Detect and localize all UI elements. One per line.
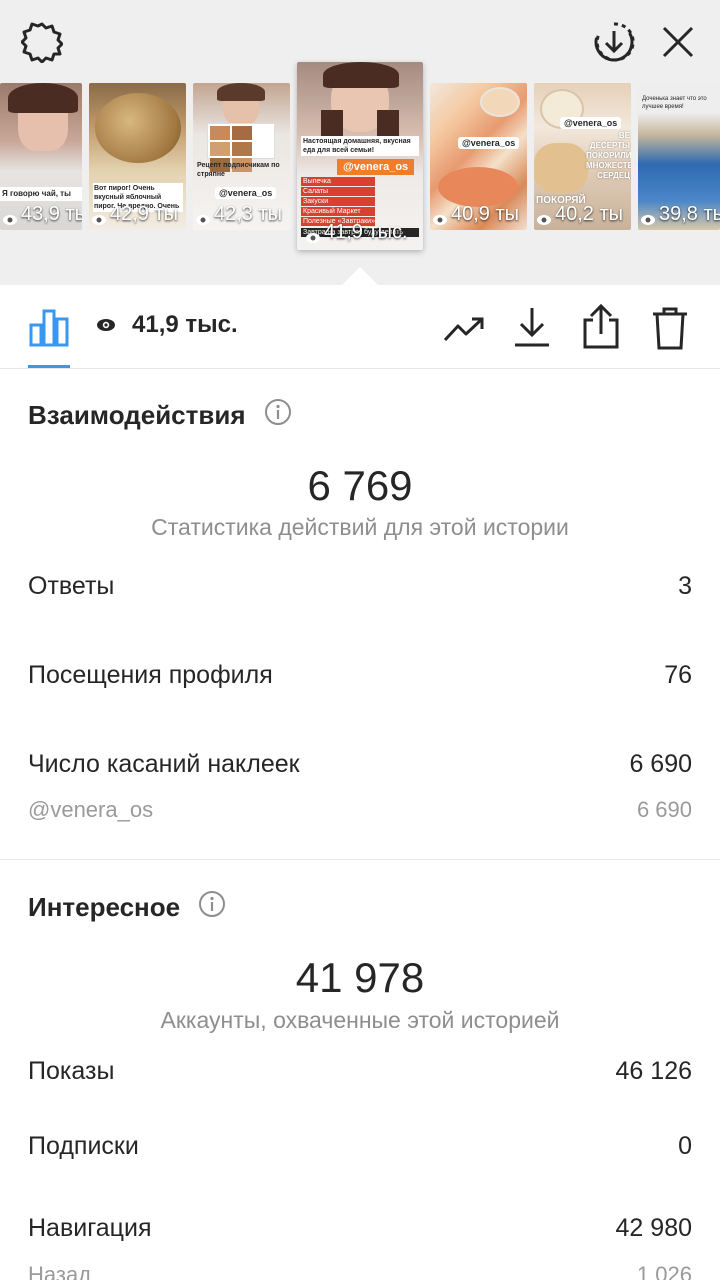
story-caption: Я говорю чай, ты кофе! xyxy=(0,187,82,201)
active-tab-indicator xyxy=(28,365,70,368)
close-icon[interactable] xyxy=(656,20,700,64)
discovery-total: 41 978 xyxy=(295,954,425,1001)
discovery-total-label: Аккаунты, охваченные этой историей xyxy=(160,1007,560,1033)
story-views: 40,2 ты xyxy=(536,203,623,226)
info-icon[interactable] xyxy=(198,890,226,925)
stat-label: Ответы xyxy=(28,572,115,600)
stat-row-sticker-taps: Число касаний наклеек 6 690 xyxy=(28,750,692,779)
stat-label: Назад xyxy=(28,1262,92,1280)
story-views: 40,9 ты xyxy=(432,203,519,226)
stat-row-navigation: Навигация 42 980 xyxy=(28,1214,692,1243)
bar-chart-icon[interactable] xyxy=(28,305,70,349)
stat-row-replies: Ответы 3 xyxy=(28,572,692,601)
story-list: Выпечка Салаты Закуски Красивый Маркет П… xyxy=(301,177,375,227)
discovery-title: Интересное xyxy=(28,890,226,925)
stories-header: Я говорю чай, ты кофе! 43,9 ты Вот пирог… xyxy=(0,0,720,285)
story-list-item: Закуски xyxy=(301,197,375,206)
stat-label: Показы xyxy=(28,1057,115,1085)
story-caption: Настоящая домашняя, вкусная еда для всей… xyxy=(301,136,419,156)
eye-icon xyxy=(91,209,107,225)
stat-row-impressions: Показы 46 126 xyxy=(28,1057,692,1086)
story-views: 41,9 тыс. xyxy=(305,221,408,244)
story-caption: Рецепт подписчикам по стряпне xyxy=(197,162,280,178)
eye-icon xyxy=(305,227,321,243)
story-thumbnail[interactable]: @venera_os 40,9 ты xyxy=(430,83,527,230)
story-caption: Доченька знает что это лучшее время! xyxy=(642,96,707,110)
stat-row-follows: Подписки 0 xyxy=(28,1132,692,1161)
eye-icon xyxy=(536,209,552,225)
story-thumbnails: Я говорю чай, ты кофе! 43,9 ты Вот пирог… xyxy=(0,62,720,253)
stat-value: 1 026 xyxy=(636,1262,692,1280)
interactions-title: Взаимодействия xyxy=(28,398,292,433)
stat-value: 0 xyxy=(678,1132,692,1160)
stat-subrow-back: Назад 1 026 xyxy=(28,1262,692,1280)
story-thumbnail[interactable]: Я говорю чай, ты кофе! 43,9 ты xyxy=(0,83,82,230)
story-thumbnail[interactable]: @venera_os ВЕ ДЕСЕРТЫ ПОКОРИЛИ МНОЖЕСТВО… xyxy=(534,83,631,230)
trash-icon[interactable] xyxy=(650,305,690,351)
trending-up-icon[interactable] xyxy=(442,307,486,351)
story-caption: ВЕ ДЕСЕРТЫ ПОКОРИЛИ МНОЖЕСТВО СЕРДЕЦ xyxy=(586,131,631,180)
stat-label: Навигация xyxy=(28,1214,152,1242)
section-title-text: Взаимодействия xyxy=(28,400,246,430)
views-count: 41,9 тыс. xyxy=(96,311,238,339)
views-value: 41,9 тыс. xyxy=(132,311,238,338)
download-icon[interactable] xyxy=(512,305,552,349)
stat-label: @venera_os xyxy=(28,797,154,822)
download-circle-icon[interactable] xyxy=(592,20,636,64)
stat-value: 6 690 xyxy=(629,750,692,778)
stat-value: 76 xyxy=(664,661,692,689)
stat-label: Посещения профиля xyxy=(28,661,273,689)
stat-value: 6 690 xyxy=(636,797,692,822)
eye-icon xyxy=(2,209,18,225)
story-mention: @venera_os xyxy=(458,137,520,149)
stat-row-profile-visits: Посещения профиля 76 xyxy=(28,661,692,690)
story-thumbnail[interactable]: Вот пирог! Очень вкусный яблочный пирог.… xyxy=(89,83,186,230)
gear-icon[interactable] xyxy=(20,20,64,64)
eye-icon xyxy=(432,209,448,225)
story-mention: @venera_os xyxy=(560,117,622,129)
selected-story-pointer xyxy=(342,267,378,285)
interactions-total: 6 769 xyxy=(307,462,413,509)
story-mention: @venera_os xyxy=(337,159,415,175)
section-title-text: Интересное xyxy=(28,892,181,922)
share-icon[interactable] xyxy=(580,303,622,351)
story-list-item: Красивый Маркет xyxy=(301,207,375,216)
story-views: 39,8 ты xyxy=(640,203,720,226)
section-divider xyxy=(0,859,720,860)
story-list-item: Салаты xyxy=(301,187,375,196)
story-views: 42,3 ты xyxy=(195,203,282,226)
eye-icon xyxy=(96,311,116,339)
stat-subrow-mention: @venera_os 6 690 xyxy=(28,797,692,823)
insights-toolbar: 41,9 тыс. xyxy=(0,285,720,369)
stat-value: 3 xyxy=(678,572,692,600)
story-list-item: Выпечка xyxy=(301,177,375,186)
eye-icon xyxy=(640,209,656,225)
story-thumbnail[interactable]: Рецепт подписчикам по стряпне @venera_os… xyxy=(193,83,290,230)
stat-label: Число касаний наклеек xyxy=(28,750,300,778)
story-mention: @venera_os xyxy=(215,187,277,199)
info-icon[interactable] xyxy=(264,398,292,433)
stat-value: 46 126 xyxy=(615,1057,692,1085)
story-thumbnail-selected[interactable]: Настоящая домашняя, вкусная еда для всей… xyxy=(297,62,423,250)
stat-label: Подписки xyxy=(28,1132,139,1160)
story-thumbnail[interactable]: Доченька знает что это лучшее время! 39,… xyxy=(638,83,720,230)
eye-icon xyxy=(195,209,211,225)
interactions-total-label: Статистика действий для этой истории xyxy=(151,514,569,540)
story-views: 42,9 ты xyxy=(91,203,178,226)
story-views: 43,9 ты xyxy=(2,203,82,226)
stat-value: 42 980 xyxy=(615,1214,692,1242)
